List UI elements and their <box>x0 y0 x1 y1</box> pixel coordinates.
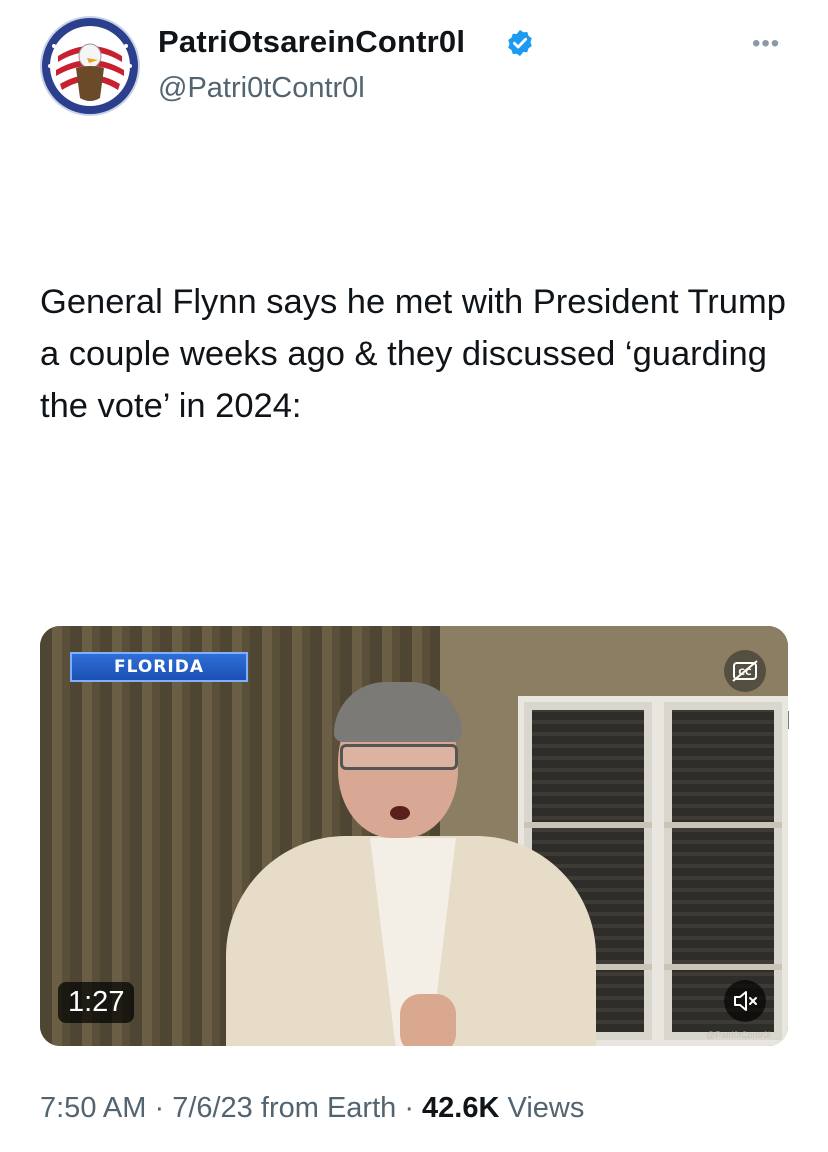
tweet-date[interactable]: 7/6/23 <box>172 1092 253 1124</box>
views-count: 42.6K <box>422 1092 500 1124</box>
tweet-source: from Earth <box>260 1092 397 1124</box>
avatar[interactable] <box>40 16 140 116</box>
video-speaker-mouth <box>390 806 410 820</box>
video-speaker-hand <box>400 994 456 1046</box>
more-icon[interactable]: ••• <box>752 30 780 58</box>
captions-button[interactable]: CC <box>724 650 766 692</box>
video-player[interactable]: FLORIDA CC 1:27 @Patri0tContr0l <box>40 626 788 1046</box>
eagle-flag-avatar-image <box>42 18 138 114</box>
svg-text:CC: CC <box>738 668 752 678</box>
views-label: Views <box>507 1092 585 1124</box>
video-watermark: @Patri0tContr0l <box>706 1030 771 1040</box>
captions-icon: CC <box>732 660 758 682</box>
separator: · <box>404 1092 423 1124</box>
tweet-paragraph-1: General Flynn says he met with President… <box>40 283 796 425</box>
video-speaker-glasses <box>340 744 458 770</box>
tweet-time[interactable]: 7:50 AM <box>40 1092 146 1124</box>
tweet-meta: 7:50 AM · 7/6/23 from Earth · 42.6K View… <box>40 1092 584 1125</box>
video-cabinet <box>658 696 788 1046</box>
mute-button[interactable] <box>724 980 766 1022</box>
author-display-name[interactable]: PatriOtsareinContr0l <box>158 24 465 60</box>
video-duration: 1:27 <box>58 982 135 1023</box>
mute-icon <box>734 991 757 1011</box>
verified-badge-icon <box>508 29 532 57</box>
author-handle[interactable]: @Patri0tContr0l <box>158 72 365 105</box>
location-tag: FLORIDA <box>70 652 248 682</box>
separator: · <box>154 1092 173 1124</box>
